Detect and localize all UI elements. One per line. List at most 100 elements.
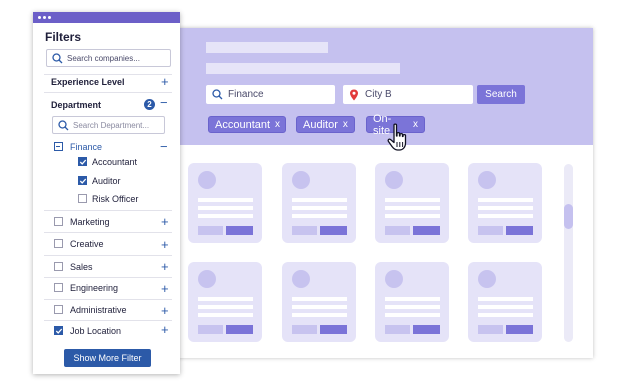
card-secondary-button[interactable] bbox=[478, 226, 503, 235]
text-line bbox=[385, 305, 440, 309]
marketing-checkbox[interactable] bbox=[54, 217, 63, 226]
auditor-label[interactable]: Auditor bbox=[92, 176, 121, 186]
result-card[interactable] bbox=[468, 262, 542, 342]
accountant-label[interactable]: Accountant bbox=[92, 157, 137, 167]
risk-officer-checkbox[interactable] bbox=[78, 194, 87, 203]
card-secondary-button[interactable] bbox=[385, 226, 410, 235]
scrollbar-track[interactable] bbox=[564, 164, 573, 342]
card-secondary-button[interactable] bbox=[385, 325, 410, 334]
subtitle-placeholder bbox=[206, 63, 400, 74]
card-primary-button[interactable] bbox=[413, 325, 440, 334]
text-line bbox=[292, 198, 347, 202]
text-line bbox=[292, 206, 347, 210]
window-dot bbox=[38, 16, 41, 19]
collapse-minus-icon[interactable]: − bbox=[160, 96, 168, 109]
marketing-label[interactable]: Marketing bbox=[70, 217, 110, 227]
result-card[interactable] bbox=[188, 163, 262, 243]
expand-plus-icon[interactable]: + bbox=[161, 260, 169, 273]
text-line bbox=[478, 198, 533, 202]
avatar bbox=[292, 171, 310, 189]
avatar bbox=[292, 270, 310, 288]
card-primary-button[interactable] bbox=[506, 325, 533, 334]
card-primary-button[interactable] bbox=[320, 226, 347, 235]
window-titlebar bbox=[33, 12, 180, 23]
chip-remove-icon[interactable]: x bbox=[343, 119, 348, 130]
chip-auditor[interactable]: Auditor x bbox=[296, 116, 355, 133]
text-line bbox=[198, 297, 253, 301]
card-primary-button[interactable] bbox=[226, 325, 253, 334]
accountant-checkbox[interactable] bbox=[78, 157, 87, 166]
card-secondary-button[interactable] bbox=[198, 226, 223, 235]
sales-checkbox[interactable] bbox=[54, 262, 63, 271]
text-line bbox=[292, 313, 347, 317]
card-primary-button[interactable] bbox=[320, 325, 347, 334]
avatar bbox=[385, 171, 403, 189]
text-line bbox=[385, 297, 440, 301]
auditor-checkbox[interactable] bbox=[78, 176, 87, 185]
company-search-input[interactable]: Search companies... bbox=[46, 49, 171, 67]
finance-checkbox[interactable] bbox=[54, 142, 63, 151]
expand-plus-icon[interactable]: + bbox=[161, 75, 169, 88]
check-icon bbox=[79, 159, 87, 165]
search-button[interactable]: Search bbox=[477, 85, 525, 104]
text-line bbox=[385, 214, 440, 218]
card-primary-button[interactable] bbox=[506, 226, 533, 235]
location-input[interactable]: City B bbox=[343, 85, 473, 104]
finance-label[interactable]: Finance bbox=[70, 142, 102, 152]
sales-label[interactable]: Sales bbox=[70, 262, 93, 272]
result-card[interactable] bbox=[375, 262, 449, 342]
creative-checkbox[interactable] bbox=[54, 239, 63, 248]
result-card[interactable] bbox=[188, 262, 262, 342]
text-line bbox=[478, 214, 533, 218]
text-line bbox=[198, 305, 253, 309]
result-card[interactable] bbox=[282, 262, 356, 342]
expand-plus-icon[interactable]: + bbox=[161, 215, 169, 228]
title-placeholder bbox=[206, 42, 328, 53]
expand-plus-icon[interactable]: + bbox=[161, 282, 169, 295]
job-location-checkbox[interactable] bbox=[54, 326, 63, 335]
avatar bbox=[198, 171, 216, 189]
window-dot bbox=[48, 16, 51, 19]
card-secondary-button[interactable] bbox=[292, 325, 317, 334]
card-secondary-button[interactable] bbox=[198, 325, 223, 334]
creative-label[interactable]: Creative bbox=[70, 239, 104, 249]
search-icon bbox=[206, 89, 228, 100]
avatar bbox=[478, 270, 496, 288]
avatar bbox=[478, 171, 496, 189]
result-card[interactable] bbox=[375, 163, 449, 243]
experience-level-label[interactable]: Experience Level bbox=[51, 77, 125, 87]
engineering-label[interactable]: Engineering bbox=[70, 283, 118, 293]
divider bbox=[44, 92, 172, 93]
administrative-checkbox[interactable] bbox=[54, 305, 63, 314]
department-label[interactable]: Department bbox=[51, 100, 101, 110]
chip-label: Accountant bbox=[215, 118, 271, 131]
location-value: City B bbox=[365, 89, 392, 100]
card-primary-button[interactable] bbox=[226, 226, 253, 235]
search-icon bbox=[53, 119, 73, 131]
scrollbar-thumb[interactable] bbox=[564, 204, 573, 229]
job-location-label[interactable]: Job Location bbox=[70, 326, 121, 336]
result-card[interactable] bbox=[468, 163, 542, 243]
chip-remove-icon[interactable]: x bbox=[413, 119, 418, 130]
expand-plus-icon[interactable]: + bbox=[161, 323, 169, 336]
show-more-filter-button[interactable]: Show More Filter bbox=[64, 349, 151, 367]
card-secondary-button[interactable] bbox=[292, 226, 317, 235]
chip-accountant[interactable]: Accountant x bbox=[208, 116, 286, 133]
engineering-checkbox[interactable] bbox=[54, 283, 63, 292]
risk-officer-label[interactable]: Risk Officer bbox=[92, 194, 138, 204]
chip-label: Auditor bbox=[303, 118, 338, 131]
avatar bbox=[198, 270, 216, 288]
administrative-label[interactable]: Administrative bbox=[70, 305, 127, 315]
expand-plus-icon[interactable]: + bbox=[161, 304, 169, 317]
department-search-input[interactable]: Search Department... bbox=[52, 116, 165, 134]
result-card[interactable] bbox=[282, 163, 356, 243]
hand-pointer-icon bbox=[387, 123, 407, 151]
collapse-minus-icon[interactable]: − bbox=[160, 140, 168, 153]
keyword-input[interactable]: Finance bbox=[206, 85, 335, 104]
card-secondary-button[interactable] bbox=[478, 325, 503, 334]
expand-plus-icon[interactable]: + bbox=[161, 238, 169, 251]
divider bbox=[44, 277, 172, 278]
card-primary-button[interactable] bbox=[413, 226, 440, 235]
chip-remove-icon[interactable]: x bbox=[275, 119, 280, 130]
text-line bbox=[292, 297, 347, 301]
